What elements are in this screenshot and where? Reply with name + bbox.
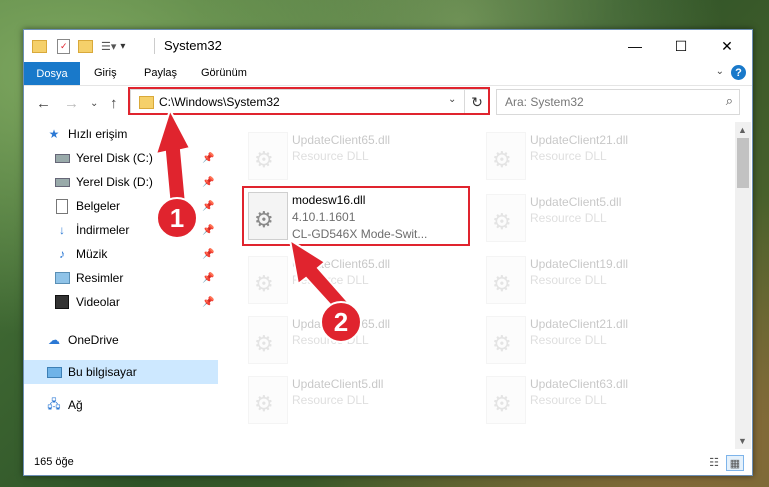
callout-arrows <box>154 107 350 314</box>
arrow-one <box>154 107 192 208</box>
callout-badge-1: 1 <box>156 197 198 239</box>
callout-badge-2: 2 <box>320 301 362 343</box>
